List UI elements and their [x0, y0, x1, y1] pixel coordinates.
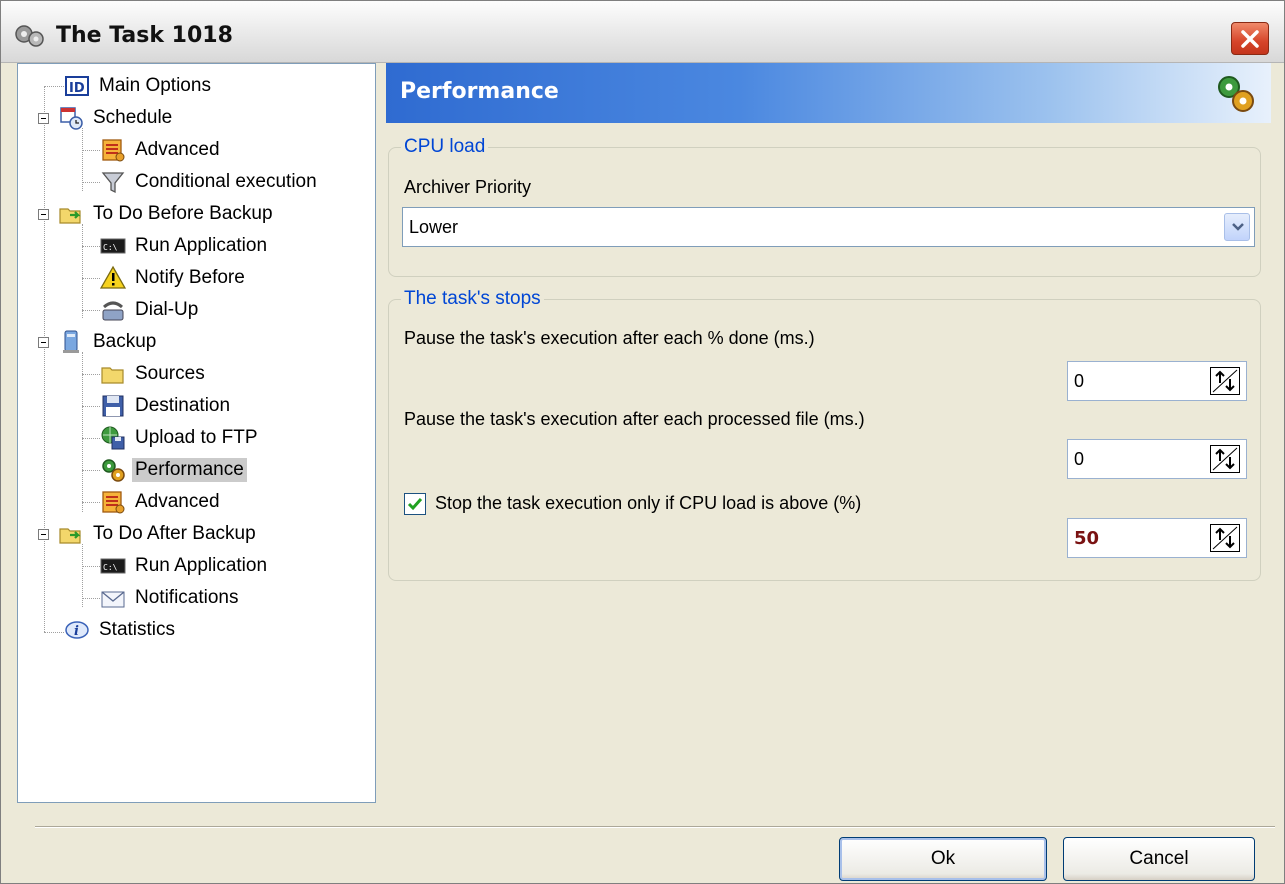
tree-item-backup[interactable]: Backup: [58, 327, 159, 357]
pause-file-label: Pause the task's execution after each pr…: [404, 409, 865, 429]
cancel-button[interactable]: Cancel: [1063, 837, 1255, 881]
close-icon: [1241, 30, 1259, 48]
title-bar[interactable]: The Task 1018: [1, 1, 1284, 63]
tree-item-destination[interactable]: Destination: [100, 391, 233, 421]
close-button[interactable]: [1231, 22, 1269, 55]
tree-item-notify-before[interactable]: Notify Before: [99, 263, 248, 293]
svg-text:C:\: C:\: [103, 243, 118, 252]
tree-item-to-do-before-backup[interactable]: To Do Before Backup: [58, 199, 276, 229]
gears-icon: [1218, 76, 1254, 112]
checkmark-icon: [407, 498, 423, 511]
cpu-threshold-spinner[interactable]: 50: [1067, 518, 1247, 558]
cpu-threshold-checkbox[interactable]: [404, 493, 426, 515]
backup-collapse-toggle[interactable]: [38, 337, 49, 348]
globe-floppy-icon: [100, 425, 126, 451]
tree-item-statistics[interactable]: i Statistics: [64, 615, 178, 645]
tree-item-label: Run Application: [135, 235, 268, 256]
tree-item-conditional-execution[interactable]: Conditional execution: [100, 167, 320, 197]
tree-item-performance[interactable]: Performance: [100, 455, 247, 485]
tree-item-label: Statistics: [99, 619, 176, 640]
task-window: The Task 1018 ID Main Options Schedule A…: [0, 0, 1285, 884]
up-down-arrows-icon: [1212, 526, 1238, 550]
warning-icon: [99, 265, 127, 291]
phone-modem-icon: [100, 297, 126, 323]
tree-item-label: Main Options: [99, 75, 211, 96]
pause-percent-label: Pause the task's execution after each % …: [404, 328, 815, 348]
schedule-collapse-toggle[interactable]: [38, 113, 49, 124]
calendar-clock-icon: [58, 105, 84, 131]
gears-icon: [100, 457, 126, 483]
envelope-icon: [100, 585, 126, 611]
ok-button[interactable]: Ok: [839, 837, 1047, 881]
panel-title: Performance: [400, 79, 559, 104]
tree-item-label: Notifications: [135, 587, 239, 608]
up-down-arrows-icon: [1212, 369, 1238, 393]
tree-item-main-options[interactable]: ID Main Options: [64, 71, 214, 101]
spin-button[interactable]: [1210, 524, 1240, 552]
folder-icon: [100, 361, 126, 387]
settings-list-icon: [100, 137, 126, 163]
folder-arrow-icon: [58, 521, 84, 547]
pause-file-spinner[interactable]: 0: [1067, 439, 1247, 479]
spin-button[interactable]: [1210, 445, 1240, 473]
up-down-arrows-icon: [1212, 447, 1238, 471]
footer-divider: [35, 826, 1275, 828]
tree-item-label: Destination: [135, 395, 231, 416]
tree-item-backup-advanced[interactable]: Advanced: [100, 487, 223, 517]
tree-item-label: Run Application: [135, 555, 268, 576]
tree-item-label: To Do Before Backup: [93, 203, 273, 224]
floppy-disk-icon: [100, 393, 126, 419]
tree-item-schedule[interactable]: Schedule: [58, 103, 175, 133]
svg-text:C:\: C:\: [103, 563, 118, 572]
tree-item-dial-up[interactable]: Dial-Up: [100, 295, 201, 325]
computer-icon: [58, 329, 84, 355]
tree-item-label: Sources: [135, 363, 205, 384]
tree-item-label: Advanced: [135, 491, 220, 512]
after-backup-collapse-toggle[interactable]: [38, 529, 49, 540]
filter-funnel-icon: [100, 169, 126, 195]
cpu-threshold-label[interactable]: Stop the task execution only if CPU load…: [435, 493, 861, 514]
tree-item-label: Backup: [93, 331, 157, 352]
cpu-threshold-value: 50: [1074, 528, 1100, 549]
tree-item-run-application-before[interactable]: C:\ Run Application: [100, 231, 270, 261]
tree-item-to-do-after-backup[interactable]: To Do After Backup: [58, 519, 259, 549]
task-gears-icon: [15, 25, 44, 47]
panel-header: Performance: [386, 63, 1271, 123]
tree-item-label: Notify Before: [135, 267, 245, 288]
before-backup-collapse-toggle[interactable]: [38, 209, 49, 220]
tree-item-sources[interactable]: Sources: [100, 359, 208, 389]
folder-arrow-icon: [58, 201, 84, 227]
dropdown-button[interactable]: [1224, 213, 1250, 241]
info-icon: i: [64, 617, 90, 643]
pause-percent-value: 0: [1074, 371, 1085, 391]
tree-item-label: Advanced: [135, 139, 220, 160]
tree-item-upload-to-ftp[interactable]: Upload to FTP: [100, 423, 261, 453]
tree-item-label: Schedule: [93, 107, 173, 128]
tree-item-notifications[interactable]: Notifications: [100, 583, 242, 613]
tree-item-label: Dial-Up: [135, 299, 199, 320]
tree-item-run-application-after[interactable]: C:\ Run Application: [100, 551, 270, 581]
tree-item-label: To Do After Backup: [93, 523, 256, 544]
archiver-priority-label: Archiver Priority: [404, 177, 532, 197]
pause-file-value: 0: [1074, 449, 1085, 469]
pause-percent-spinner[interactable]: 0: [1067, 361, 1247, 401]
archiver-priority-select[interactable]: Lower: [402, 207, 1255, 247]
tree-item-label: Conditional execution: [135, 171, 317, 192]
cpu-load-legend: CPU load: [401, 136, 489, 158]
spin-button[interactable]: [1210, 367, 1240, 395]
svg-text:ID: ID: [69, 81, 85, 96]
tree-item-schedule-advanced[interactable]: Advanced: [100, 135, 223, 165]
settings-list-icon: [100, 489, 126, 515]
archiver-priority-value: Lower: [409, 217, 459, 237]
console-icon: C:\: [100, 553, 126, 579]
id-card-icon: ID: [64, 73, 90, 99]
chevron-down-icon: [1232, 223, 1244, 231]
window-title: The Task 1018: [56, 23, 233, 48]
console-icon: C:\: [100, 233, 126, 259]
tree-item-label: Upload to FTP: [135, 427, 258, 448]
tree-item-label: Performance: [132, 458, 247, 482]
svg-text:i: i: [74, 624, 79, 639]
task-stops-legend: The task's stops: [401, 288, 544, 310]
options-tree[interactable]: ID Main Options Schedule Advanced Condit…: [17, 63, 376, 803]
